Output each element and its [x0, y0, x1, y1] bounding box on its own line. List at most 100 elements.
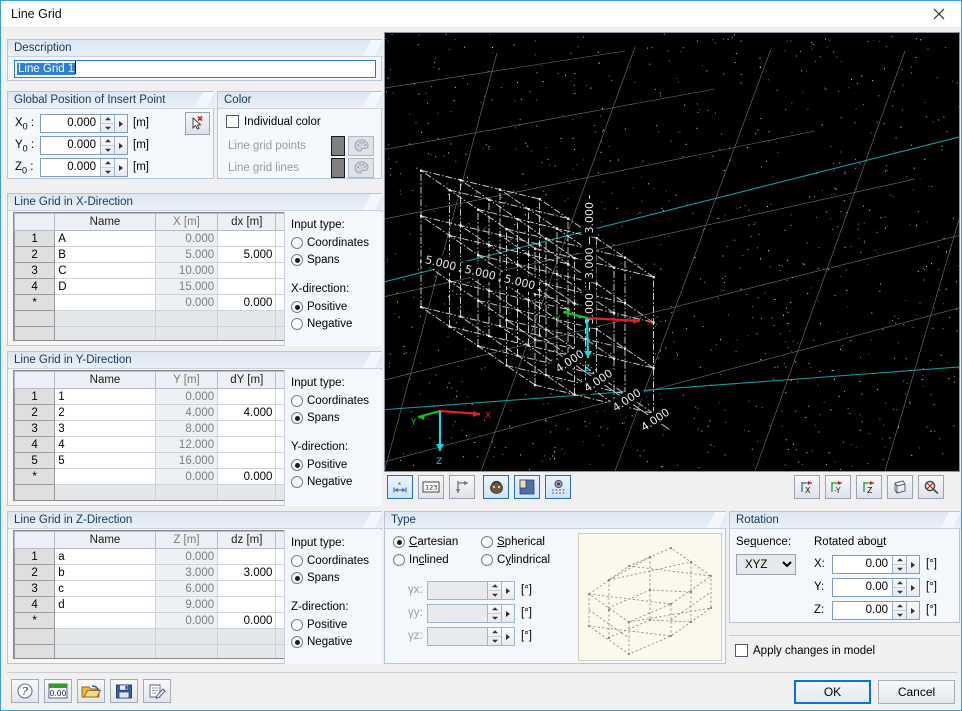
row-delta[interactable]	[218, 263, 276, 279]
row-index[interactable]: 2	[15, 405, 55, 421]
grid-x-direction-positive[interactable]: Positive	[291, 301, 347, 313]
row-index[interactable]: 3	[15, 421, 55, 437]
gamma-z-field[interactable]	[427, 627, 515, 646]
description-input[interactable]: Line Grid 1	[14, 60, 376, 78]
row-coordinate[interactable]: 16.000	[155, 453, 217, 469]
row-name[interactable]: d	[55, 597, 156, 613]
view-z-icon[interactable]: Z	[856, 475, 882, 499]
row-coordinate[interactable]: 9.000	[155, 597, 217, 613]
row-index[interactable]: 2	[15, 565, 55, 581]
row-delta[interactable]	[218, 485, 276, 501]
view-y-icon[interactable]: -Y	[825, 475, 851, 499]
row-index[interactable]: 3	[15, 581, 55, 597]
row-name[interactable]	[55, 469, 156, 485]
gamma-y-spinner[interactable]	[487, 605, 501, 622]
row-coordinate[interactable]	[155, 629, 217, 645]
gamma-x-field[interactable]	[427, 581, 515, 600]
rotation-z-spinner[interactable]	[892, 602, 906, 619]
line-grid-lines-swatch[interactable]	[331, 158, 345, 178]
close-icon[interactable]	[917, 1, 961, 26]
row-index[interactable]	[15, 311, 55, 327]
type-cartesian[interactable]: CCartesianartesian	[393, 536, 458, 548]
row-coordinate[interactable]: 8.000	[155, 421, 217, 437]
row-name[interactable]: C	[55, 263, 156, 279]
units-icon[interactable]: 0.00	[44, 679, 72, 703]
row-coordinate[interactable]: 6.000	[155, 581, 217, 597]
row-index[interactable]: 4	[15, 279, 55, 295]
numbering-icon[interactable]: 123	[418, 475, 444, 499]
gamma-x-dropdown-button[interactable]	[501, 582, 514, 599]
row-delta[interactable]	[218, 629, 276, 645]
z0-dropdown-button[interactable]	[114, 159, 127, 176]
grid-z-direction-negative[interactable]: Negative	[291, 636, 352, 648]
row-delta[interactable]	[218, 645, 276, 660]
grid-z-input-type-coordinates[interactable]: Coordinates	[291, 555, 369, 567]
ok-button[interactable]: OK	[794, 680, 871, 704]
row-index[interactable]: 3	[15, 263, 55, 279]
grid-x-input-type-spans[interactable]: Spans	[291, 254, 340, 266]
rotation-sequence-select[interactable]: XYZ	[736, 554, 796, 575]
type-inclined[interactable]: Inclined	[393, 554, 449, 566]
rotation-z-field[interactable]: 0.00	[832, 601, 920, 620]
row-name[interactable]: 4	[55, 437, 156, 453]
row-coordinate[interactable]: 12.000	[155, 437, 217, 453]
row-delta[interactable]	[218, 453, 276, 469]
gamma-x-spinner[interactable]	[487, 582, 501, 599]
row-coordinate[interactable]: 0.000	[155, 295, 217, 311]
row-coordinate[interactable]	[155, 311, 217, 327]
row-index[interactable]	[15, 629, 55, 645]
grid-x-direction-negative[interactable]: Negative	[291, 318, 352, 330]
background-icon[interactable]	[514, 475, 540, 499]
type-spherical[interactable]: Spherical	[481, 536, 545, 548]
y0-dropdown-button[interactable]	[114, 137, 127, 154]
row-index[interactable]	[15, 485, 55, 501]
x0-field[interactable]: 0.000	[40, 114, 128, 133]
rotation-y-field[interactable]: 0.00	[832, 578, 920, 597]
row-name[interactable]: A	[55, 231, 156, 247]
grid-y-input-type-spans[interactable]: Spans	[291, 412, 340, 424]
row-delta[interactable]	[218, 389, 276, 405]
y0-field[interactable]: 0.000	[40, 136, 128, 155]
row-delta[interactable]: 5.000	[218, 247, 276, 263]
row-delta[interactable]: 3.000	[218, 565, 276, 581]
open-icon[interactable]	[77, 679, 105, 703]
row-name[interactable]	[55, 645, 156, 660]
cancel-button[interactable]: Cancel	[878, 680, 955, 704]
gamma-y-dropdown-button[interactable]	[501, 605, 514, 622]
row-name[interactable]	[55, 327, 156, 342]
row-name[interactable]: 2	[55, 405, 156, 421]
grid-z-direction-positive[interactable]: Positive	[291, 619, 347, 631]
edit-icon[interactable]	[143, 679, 171, 703]
y0-spinner[interactable]	[100, 137, 114, 154]
grid-z-input-type-spans[interactable]: Spans	[291, 572, 340, 584]
row-index[interactable]: 1	[15, 231, 55, 247]
row-name[interactable]: 3	[55, 421, 156, 437]
row-coordinate[interactable]	[155, 645, 217, 660]
rotation-y-spinner[interactable]	[892, 579, 906, 596]
view-x-icon[interactable]: X	[794, 475, 820, 499]
row-delta[interactable]	[218, 581, 276, 597]
row-coordinate[interactable]: 3.000	[155, 565, 217, 581]
row-index[interactable]: *	[15, 469, 55, 485]
gamma-z-dropdown-button[interactable]	[501, 628, 514, 645]
rotation-x-field[interactable]: 0.00	[832, 555, 920, 574]
rotation-z-dropdown-button[interactable]	[906, 602, 919, 619]
row-coordinate[interactable]	[155, 327, 217, 342]
axis-system-icon[interactable]	[449, 475, 475, 499]
rotation-x-spinner[interactable]	[892, 556, 906, 573]
save-icon[interactable]	[110, 679, 138, 703]
row-name[interactable]: c	[55, 581, 156, 597]
row-index[interactable]: *	[15, 613, 55, 629]
row-name[interactable]: b	[55, 565, 156, 581]
row-name[interactable]	[55, 629, 156, 645]
zoom-all-icon[interactable]	[918, 475, 944, 499]
row-delta[interactable]	[218, 437, 276, 453]
row-name[interactable]	[55, 485, 156, 501]
row-name[interactable]	[55, 295, 156, 311]
gamma-y-field[interactable]	[427, 604, 515, 623]
row-coordinate[interactable]: 15.000	[155, 279, 217, 295]
row-delta[interactable]	[218, 231, 276, 247]
row-delta[interactable]	[218, 597, 276, 613]
row-coordinate[interactable]: 0.000	[155, 549, 217, 565]
isometric-view-icon[interactable]	[887, 475, 913, 499]
